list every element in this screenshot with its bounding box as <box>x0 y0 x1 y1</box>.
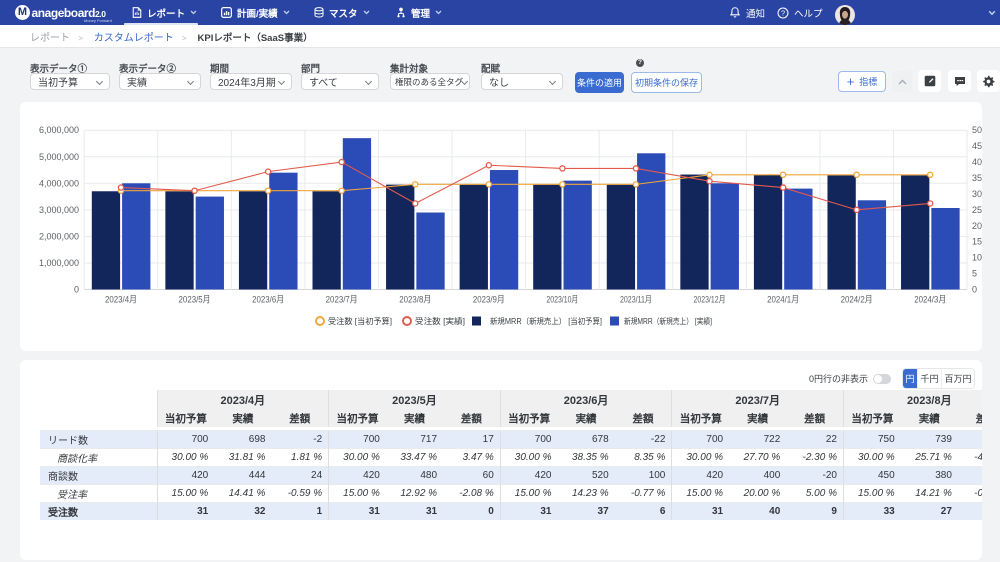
svg-text:受注数 [実績]: 受注数 [実績] <box>415 316 465 326</box>
svg-text:受注数 [当初予算]: 受注数 [当初予算] <box>328 316 392 326</box>
svg-text:3,000,000: 3,000,000 <box>39 205 79 215</box>
svg-text:新規MRR（新規売上） [当初予算]: 新規MRR（新規売上） [当初予算] <box>490 316 602 326</box>
svg-text:25: 25 <box>972 205 982 215</box>
svg-text:2023/11月: 2023/11月 <box>620 295 652 305</box>
svg-text:2023/12月: 2023/12月 <box>694 295 726 305</box>
svg-text:新規MRR（新規売上） [実績]: 新規MRR（新規売上） [実績] <box>624 316 712 326</box>
svg-text:2023/7月: 2023/7月 <box>326 295 358 305</box>
svg-text:2023/5月: 2023/5月 <box>179 295 211 305</box>
svg-text:2024/3月: 2024/3月 <box>914 295 946 305</box>
svg-text:35: 35 <box>972 173 982 183</box>
svg-text:5,000,000: 5,000,000 <box>39 152 79 162</box>
svg-text:2023/4月: 2023/4月 <box>105 295 137 305</box>
svg-text:40: 40 <box>972 157 982 167</box>
svg-text:1,000,000: 1,000,000 <box>39 258 79 268</box>
svg-text:2023/10月: 2023/10月 <box>546 295 578 305</box>
svg-text:45: 45 <box>972 141 982 151</box>
svg-text:4,000,000: 4,000,000 <box>39 178 79 188</box>
svg-text:2024/1月: 2024/1月 <box>767 295 799 305</box>
svg-text:0: 0 <box>74 285 79 295</box>
svg-text:5: 5 <box>972 269 977 279</box>
svg-text:2023/9月: 2023/9月 <box>473 295 505 305</box>
svg-text:2023/6月: 2023/6月 <box>252 295 284 305</box>
svg-text:50: 50 <box>972 125 982 135</box>
svg-text:2,000,000: 2,000,000 <box>39 231 79 241</box>
svg-text:30: 30 <box>972 189 982 199</box>
svg-text:2023/8月: 2023/8月 <box>399 295 431 305</box>
svg-text:0: 0 <box>972 285 977 295</box>
svg-text:15: 15 <box>972 237 982 247</box>
svg-text:2024/2月: 2024/2月 <box>841 295 873 305</box>
svg-text:6,000,000: 6,000,000 <box>39 125 79 135</box>
svg-text:20: 20 <box>972 221 982 231</box>
svg-text:10: 10 <box>972 253 982 263</box>
svg-text:?: ? <box>781 8 785 17</box>
